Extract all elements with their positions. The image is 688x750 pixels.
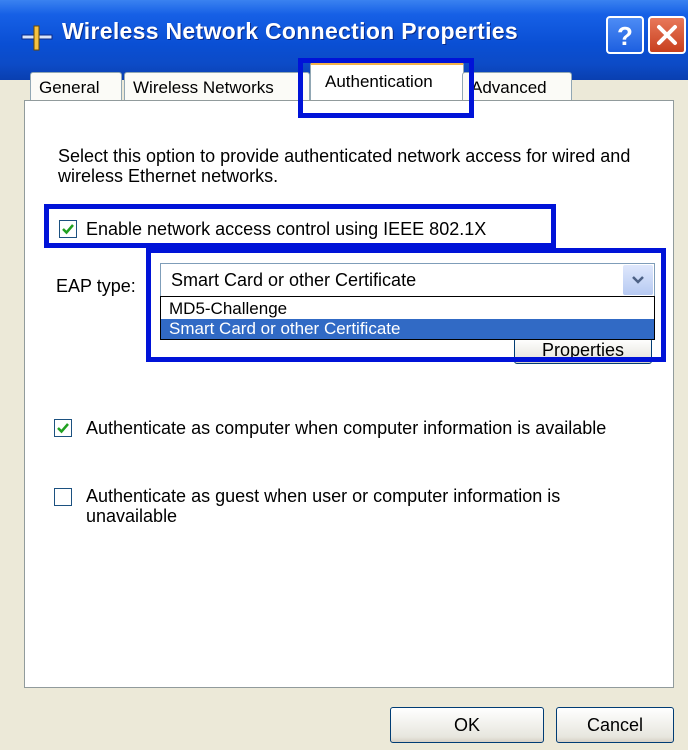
auth-as-guest-checkbox[interactable] [54,488,72,506]
tab-wireless-networks[interactable]: Wireless Networks [124,72,310,102]
auth-as-computer-label: Authenticate as computer when computer i… [86,418,607,438]
help-button[interactable]: ? [606,16,644,54]
ok-button-label: OK [453,715,480,735]
close-button[interactable] [648,16,686,54]
ok-button[interactable]: OK [390,707,544,743]
tab-label: General [39,78,100,97]
properties-dialog: Wireless Network Connection Properties ?… [0,0,688,750]
highlight-box-enable-8021x [44,204,556,248]
window-title: Wireless Network Connection Properties [62,18,518,44]
checkmark-icon [57,423,69,434]
tab-advanced[interactable]: Advanced [462,72,572,102]
network-connection-icon [20,24,54,52]
tab-general[interactable]: General [30,72,122,102]
eap-type-label: EAP type: [56,276,136,296]
cancel-button-label: Cancel [586,715,644,735]
tab-label: Advanced [471,78,547,97]
tab-label: Wireless Networks [133,78,274,97]
highlight-box-eap-type [146,248,666,362]
auth-as-computer-checkbox[interactable] [54,419,72,437]
authentication-description: Select this option to provide authentica… [58,146,631,186]
auth-as-guest-label: Authenticate as guest when user or compu… [86,486,561,526]
cancel-button[interactable]: Cancel [556,707,674,743]
authentication-panel [24,100,674,688]
highlight-box-authentication-tab [298,58,474,118]
svg-text:?: ? [617,21,633,51]
